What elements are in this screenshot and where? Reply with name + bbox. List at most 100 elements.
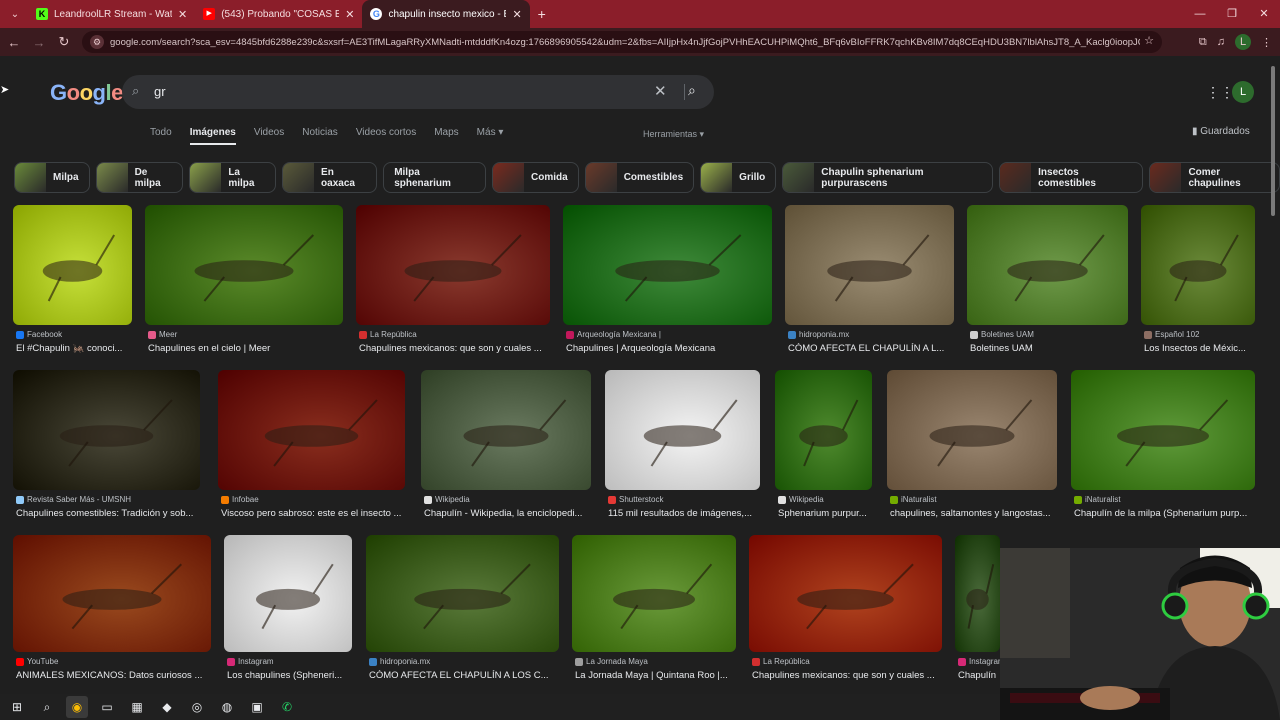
chip-en-oaxaca[interactable]: En oaxaca: [282, 162, 378, 193]
result-source[interactable]: La República: [752, 657, 810, 666]
result-source[interactable]: Instagram: [227, 657, 274, 666]
menu-kebab-icon[interactable]: ⋮: [1261, 36, 1272, 49]
tab-noticias[interactable]: Noticias: [302, 127, 338, 145]
back-icon[interactable]: ←: [3, 35, 25, 50]
windows-icon[interactable]: ⊞: [6, 696, 28, 718]
result-thumbnail[interactable]: [145, 205, 343, 325]
result-source[interactable]: hidroponia.mx: [369, 657, 430, 666]
result-title[interactable]: Chapulines | Arqueología Mexicana: [566, 343, 775, 354]
result-title[interactable]: Viscoso pero sabroso: este es el insecto…: [221, 508, 408, 519]
result-source[interactable]: Arqueología Mexicana |: [566, 330, 661, 339]
result-thumbnail[interactable]: [887, 370, 1057, 490]
result-thumbnail[interactable]: [775, 370, 872, 490]
result-thumbnail[interactable]: [13, 370, 200, 490]
result-title[interactable]: Chapulines mexicanos: que son y cuales .…: [752, 670, 945, 681]
close-tab-icon[interactable]: ✕: [178, 8, 187, 21]
profile-avatar[interactable]: L: [1235, 34, 1251, 50]
image-result[interactable]: Meer Chapulines en el cielo | Meer: [145, 205, 343, 354]
restore-icon[interactable]: ❐: [1216, 0, 1248, 28]
browser-tab-active[interactable]: G chapulin insecto mexico - Busc ✕: [362, 0, 530, 28]
result-title[interactable]: ANIMALES MEXICANOS: Datos curiosos ...: [16, 670, 214, 681]
result-title[interactable]: CÓMO AFECTA EL CHAPULÍN A L...: [788, 343, 957, 354]
result-source[interactable]: YouTube: [16, 657, 58, 666]
browser-tab[interactable]: K LeandroolLR Stream - Watch Li ✕: [28, 0, 195, 28]
result-title[interactable]: La Jornada Maya | Quintana Roo |...: [575, 670, 739, 681]
brave-icon[interactable]: ◆: [156, 696, 178, 718]
tools-button[interactable]: Herramientas ▾: [643, 129, 704, 140]
result-title[interactable]: Chapulines comestibles: Tradición y sob.…: [16, 508, 203, 519]
image-result[interactable]: YouTube ANIMALES MEXICANOS: Datos curioso…: [13, 535, 211, 681]
result-thumbnail[interactable]: [572, 535, 736, 652]
result-thumbnail[interactable]: [421, 370, 591, 490]
result-source[interactable]: iNaturalist: [890, 495, 937, 504]
account-avatar[interactable]: L: [1232, 81, 1254, 103]
tab-search-icon[interactable]: ⌄: [2, 3, 28, 25]
chip-comestibles[interactable]: Comestibles: [584, 162, 695, 193]
result-thumbnail[interactable]: [13, 535, 211, 652]
scrollbar-thumb[interactable]: [1271, 66, 1275, 216]
result-thumbnail[interactable]: [563, 205, 772, 325]
tab-todo[interactable]: Todo: [150, 127, 172, 145]
result-title[interactable]: Chapulín de la milpa (Sphenarium purp...: [1074, 508, 1258, 519]
tab-videos[interactable]: Videos: [254, 127, 284, 145]
result-title[interactable]: CÓMO AFECTA EL CHAPULÍN A LOS C...: [369, 670, 562, 681]
result-source[interactable]: Wikipedia: [778, 495, 824, 504]
app-icon[interactable]: ▣: [246, 696, 268, 718]
result-thumbnail[interactable]: [218, 370, 405, 490]
chip-comer-chapulines[interactable]: Comer chapulines: [1149, 162, 1280, 193]
image-result[interactable]: hidroponia.mx CÓMO AFECTA EL CHAPULÍN A L…: [785, 205, 954, 354]
result-source[interactable]: Instagram: [958, 657, 1005, 666]
result-source[interactable]: Meer: [148, 330, 177, 339]
chrome-icon[interactable]: ◉: [66, 696, 88, 718]
image-result[interactable]: Arqueología Mexicana | Chapulines | Arque…: [563, 205, 772, 354]
result-title[interactable]: chapulines, saltamontes y langostas...: [890, 508, 1060, 519]
image-result[interactable]: Wikipedia Sphenarium purpur...: [775, 370, 872, 519]
image-result[interactable]: Facebook El #Chapulin 🦗 conoci...: [13, 205, 132, 354]
image-result[interactable]: Revista Saber Más - UMSNH Chapulines come…: [13, 370, 200, 519]
search-box[interactable]: ⌕ ✕ ⌕: [122, 75, 714, 109]
search-input[interactable]: [154, 84, 634, 99]
image-result[interactable]: iNaturalist Chapulín de la milpa (Sphenar…: [1071, 370, 1255, 519]
result-source[interactable]: La República: [359, 330, 417, 339]
chip-la-milpa[interactable]: La milpa: [189, 162, 277, 193]
bookmark-star-icon[interactable]: ☆: [1144, 34, 1154, 47]
obs-icon[interactable]: ◎: [186, 696, 208, 718]
reload-icon[interactable]: ↻: [53, 34, 75, 50]
browser-tab[interactable]: ▶ (543) Probando "COSAS EXTRA ✕: [195, 0, 362, 28]
new-tab-button[interactable]: +: [530, 6, 554, 22]
result-thumbnail[interactable]: [224, 535, 352, 652]
result-source[interactable]: Boletines UAM: [970, 330, 1034, 339]
result-title[interactable]: El #Chapulin 🦗 conoci...: [16, 343, 135, 354]
clear-icon[interactable]: ✕: [654, 82, 667, 100]
site-info-icon[interactable]: ⚙: [90, 35, 104, 49]
store-icon[interactable]: ▦: [126, 696, 148, 718]
result-source[interactable]: La Jornada Maya: [575, 657, 648, 666]
image-result[interactable]: La Jornada Maya La Jornada Maya | Quintan…: [572, 535, 736, 681]
result-source[interactable]: hidroponia.mx: [788, 330, 849, 339]
result-title[interactable]: 115 mil resultados de imágenes,...: [608, 508, 763, 519]
image-result[interactable]: Shutterstock 115 mil resultados de imágen…: [605, 370, 760, 519]
result-source[interactable]: Infobae: [221, 495, 259, 504]
result-thumbnail[interactable]: [1141, 205, 1255, 325]
saved-button[interactable]: ▮ Guardados: [1192, 126, 1250, 137]
minimize-icon[interactable]: —: [1184, 0, 1216, 28]
result-thumbnail[interactable]: [955, 535, 1000, 652]
image-result[interactable]: Infobae Viscoso pero sabroso: este es el …: [218, 370, 405, 519]
address-bar[interactable]: ⚙ google.com/search?sca_esv=4845bfd6288e…: [82, 31, 1162, 53]
chip-milpa[interactable]: Milpa: [14, 162, 90, 193]
image-result[interactable]: Español 102 Los Insectos de Méxic...: [1141, 205, 1255, 354]
image-result[interactable]: Instagram Chapulín: [955, 535, 1005, 681]
image-result[interactable]: Instagram Los chapulines (Spheneri...: [224, 535, 352, 681]
image-result[interactable]: hidroponia.mx CÓMO AFECTA EL CHAPULÍN A L…: [366, 535, 559, 681]
forward-icon[interactable]: →: [28, 35, 50, 50]
close-window-icon[interactable]: ✕: [1248, 0, 1280, 28]
image-result[interactable]: La República Chapulines mexicanos: que so…: [749, 535, 942, 681]
image-result[interactable]: Wikipedia Chapulín - Wikipedia, la encicl…: [421, 370, 591, 519]
result-title[interactable]: Chapulín - Wikipedia, la enciclopedi...: [424, 508, 594, 519]
result-source[interactable]: Facebook: [16, 330, 62, 339]
close-tab-icon[interactable]: ✕: [345, 8, 354, 21]
chip-comida[interactable]: Comida: [492, 162, 579, 193]
result-thumbnail[interactable]: [13, 205, 132, 325]
tab-más-[interactable]: Más ▾: [477, 127, 504, 145]
result-source[interactable]: Revista Saber Más - UMSNH: [16, 495, 131, 504]
